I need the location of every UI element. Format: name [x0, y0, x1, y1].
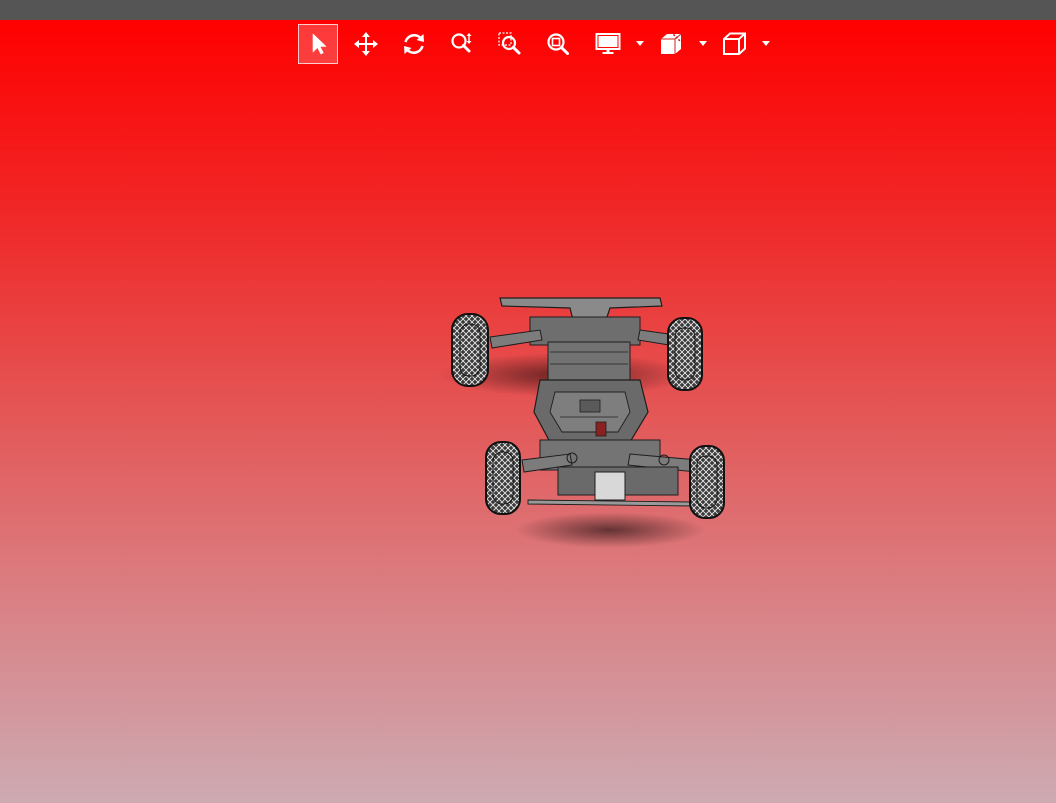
- section-view-dropdown-caret[interactable]: [697, 38, 709, 50]
- view-toolbar: [296, 22, 786, 66]
- view-orientation-button[interactable]: [714, 24, 754, 64]
- zoom-fit-icon: [547, 33, 569, 55]
- rotate-tool-button[interactable]: [394, 24, 434, 64]
- pan-tool-button[interactable]: [346, 24, 386, 64]
- zoom-window-tool-button[interactable]: [490, 24, 530, 64]
- section-icon: [661, 31, 682, 54]
- chevron-down-icon: [636, 41, 644, 46]
- front-axle-assembly: [521, 439, 699, 507]
- rc-car-chassis-model[interactable]: [430, 262, 750, 562]
- monitor-icon: [595, 33, 621, 54]
- display-mode-dropdown-caret[interactable]: [634, 38, 646, 50]
- chevron-down-icon: [762, 41, 770, 46]
- pan-icon: [354, 32, 378, 56]
- rear-right-wheel: [667, 317, 703, 391]
- model-shadow: [515, 512, 705, 548]
- cad-viewer-window: [0, 0, 1056, 803]
- select-arrow-icon: [312, 33, 327, 55]
- front-left-wheel: [485, 441, 521, 515]
- zoom-tool-button[interactable]: [442, 24, 482, 64]
- center-chassis: [533, 379, 649, 443]
- chevron-down-icon: [699, 41, 707, 46]
- zoom-fit-tool-button[interactable]: [538, 24, 578, 64]
- zoom-icon: [451, 33, 472, 53]
- select-tool-button[interactable]: [298, 24, 338, 64]
- display-mode-button[interactable]: [588, 24, 628, 64]
- view-orientation-dropdown-caret[interactable]: [760, 38, 772, 50]
- section-view-button[interactable]: [651, 24, 691, 64]
- rotate-icon: [404, 33, 424, 55]
- rear-left-wheel: [451, 313, 489, 387]
- cube-icon: [723, 32, 746, 55]
- zoom-window-icon: [498, 32, 521, 55]
- window-top-bar: [0, 0, 1056, 20]
- front-right-wheel: [689, 445, 725, 519]
